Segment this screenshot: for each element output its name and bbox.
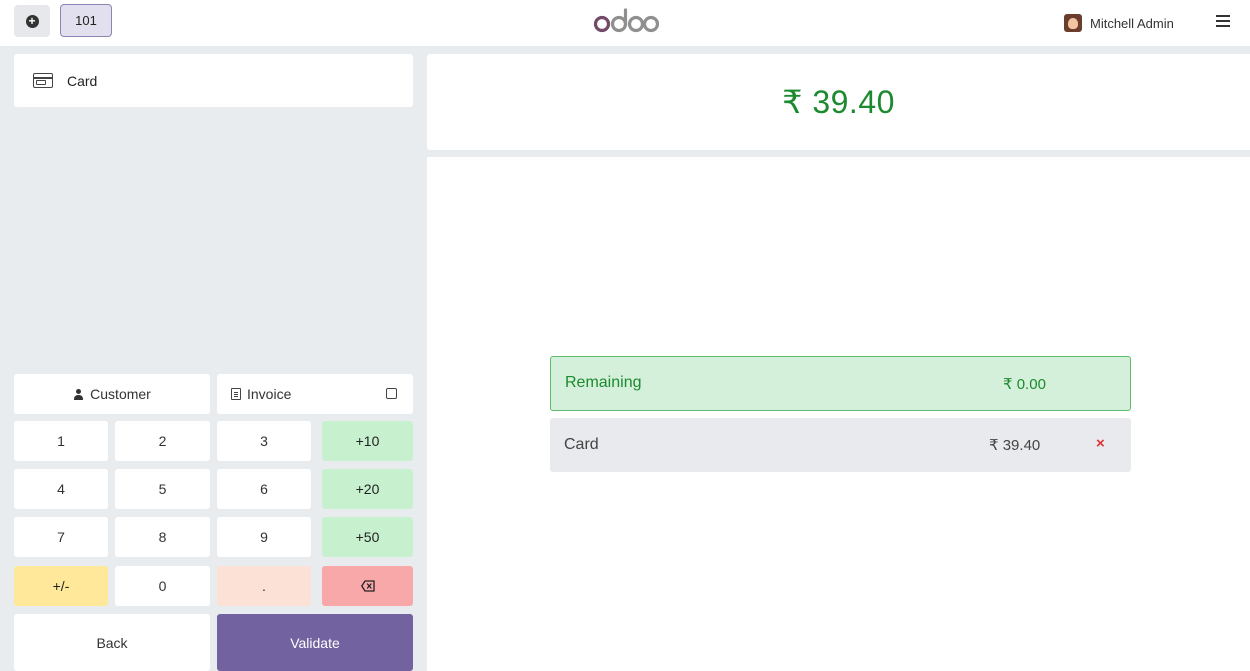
numpad-key-2[interactable]: 2 <box>115 421 210 461</box>
payment-method-card[interactable]: Card <box>14 54 413 107</box>
total-due-panel: ₹ 39.40 <box>427 54 1250 150</box>
payment-line-amount: ₹ 39.40 <box>989 437 1041 454</box>
numpad-key-3[interactable]: 3 <box>217 421 311 461</box>
numpad-key-4[interactable]: 4 <box>14 469 108 509</box>
avatar <box>1064 14 1082 32</box>
remaining-label: Remaining <box>565 374 642 391</box>
numpad-key-8[interactable]: 8 <box>115 517 210 557</box>
numpad-sign-toggle[interactable]: +/- <box>14 566 108 606</box>
numpad-key-9[interactable]: 9 <box>217 517 311 557</box>
user-menu[interactable]: Mitchell Admin <box>1064 12 1174 34</box>
numpad-plus-10[interactable]: +10 <box>322 421 413 461</box>
payment-line-method: Card <box>564 436 599 453</box>
numpad-key-7[interactable]: 7 <box>14 517 108 557</box>
delete-payment-line-icon[interactable]: × <box>1096 435 1105 452</box>
remaining-row: Remaining ₹ 0.00 <box>550 356 1131 411</box>
table-button[interactable]: 101 <box>60 4 112 37</box>
numpad-key-1[interactable]: 1 <box>14 421 108 461</box>
payment-line[interactable]: Card ₹ 39.40 × <box>550 418 1131 472</box>
hamburger-menu-icon[interactable] <box>1216 15 1230 27</box>
numpad-key-6[interactable]: 6 <box>217 469 311 509</box>
top-bar: + 101 Mitchell Admin <box>0 0 1250 46</box>
invoice-button[interactable]: Invoice <box>217 374 413 414</box>
numpad-backspace[interactable] <box>322 566 413 606</box>
back-button[interactable]: Back <box>14 614 210 671</box>
plus-circle-icon: + <box>25 14 39 28</box>
numpad-key-0[interactable]: 0 <box>115 566 210 606</box>
numpad-decimal[interactable]: . <box>217 566 311 606</box>
numpad-key-5[interactable]: 5 <box>115 469 210 509</box>
payment-lines-panel <box>427 157 1250 671</box>
numpad-plus-50[interactable]: +50 <box>322 517 413 557</box>
customer-button[interactable]: Customer <box>14 374 210 414</box>
remaining-value: ₹ 0.00 <box>1003 376 1046 393</box>
new-order-button[interactable]: + <box>14 5 50 37</box>
user-icon <box>73 388 84 400</box>
odoo-logo <box>593 8 659 33</box>
user-name: Mitchell Admin <box>1090 15 1174 31</box>
credit-card-icon <box>33 73 53 88</box>
backspace-icon <box>360 580 375 592</box>
payment-method-label: Card <box>67 72 98 89</box>
total-due-amount: ₹ 39.40 <box>782 84 895 120</box>
validate-button[interactable]: Validate <box>217 614 413 671</box>
invoice-label: Invoice <box>247 386 292 402</box>
numpad-plus-20[interactable]: +20 <box>322 469 413 509</box>
invoice-checkbox[interactable] <box>386 388 397 399</box>
customer-label: Customer <box>90 386 151 402</box>
document-icon <box>231 388 241 400</box>
